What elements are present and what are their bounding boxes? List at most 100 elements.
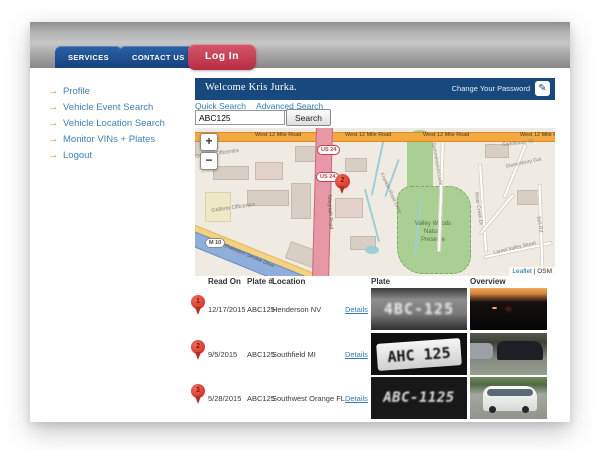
- row-marker-number: 2: [191, 343, 205, 350]
- sidebar-nav: → Profile → Vehicle Event Search → Vehic…: [48, 86, 198, 166]
- search-input[interactable]: [195, 110, 285, 125]
- map-label-telegraph: Telegraph Road: [326, 194, 334, 230]
- login-button[interactable]: Log In: [188, 44, 256, 70]
- sidebar-item-monitor-vins-plates[interactable]: → Monitor VINs + Plates: [48, 134, 198, 145]
- map-zoom-in-button[interactable]: +: [200, 133, 218, 151]
- row-marker-number: 3: [191, 387, 205, 394]
- map-building: [255, 162, 283, 180]
- column-header-plate-image: Plate: [371, 277, 390, 286]
- location-cell: Southfield MI: [272, 350, 316, 359]
- table-row: 1 12/17/2015 ABC125 Henderson NV Details…: [195, 288, 557, 332]
- overview-photo-parking-lot: [470, 333, 547, 375]
- row-marker-pin: 2: [191, 340, 205, 354]
- map-building: [291, 183, 311, 219]
- map-stream: [371, 136, 385, 195]
- sidebar-item-profile[interactable]: → Profile: [48, 86, 198, 97]
- details-link[interactable]: Details: [345, 394, 368, 403]
- map-building: [335, 198, 363, 218]
- map-marker-number: 2: [335, 177, 350, 184]
- column-header-location: Location: [272, 277, 305, 286]
- map[interactable]: Valley Woods Nature Preserve West 12 Mil…: [195, 128, 555, 276]
- details-link[interactable]: Details: [345, 350, 368, 359]
- white-van: [483, 386, 537, 411]
- arrow-icon: →: [48, 87, 58, 97]
- map-stream: [364, 189, 380, 243]
- map-label-park-line: Preserve: [397, 236, 469, 244]
- sidebar-item-label: Logout: [63, 150, 92, 161]
- leaflet-attribution-link[interactable]: Leaflet: [512, 268, 532, 275]
- map-label-park-line: Nature: [397, 228, 469, 236]
- plate-photo: AHC 125: [371, 333, 467, 375]
- welcome-bar: Welcome Kris Jurka. Change Your Password…: [195, 78, 555, 100]
- overview-photo-white-van: [470, 377, 547, 419]
- map-label-glastonbury: Glastonbury Gat: [505, 156, 542, 169]
- map-label-road: West 12 Mile Road: [520, 132, 555, 138]
- arrow-icon: →: [48, 151, 58, 161]
- van-wheel: [489, 406, 496, 413]
- arrow-icon: →: [48, 103, 58, 113]
- read-on-cell: 12/17/2015: [208, 305, 246, 314]
- read-on-cell: 5/28/2015: [208, 394, 241, 403]
- location-cell: Henderson NV: [272, 305, 321, 314]
- map-label-park-line: Valley Woods: [397, 220, 469, 228]
- m10-shield: M 10: [205, 238, 225, 248]
- sidebar-item-label: Vehicle Location Search: [63, 118, 165, 129]
- page-card: SERVICES CONTACT US Log In → Profile → V…: [30, 22, 570, 422]
- search-button[interactable]: Search: [286, 109, 331, 126]
- location-cell: Southwest Orange FL: [272, 394, 345, 403]
- sidebar-item-label: Vehicle Event Search: [63, 102, 153, 113]
- plate-cell: ABC125: [247, 350, 275, 359]
- edit-pencil-icon[interactable]: ✎: [535, 81, 550, 96]
- plate-cell: ABC125: [247, 394, 275, 403]
- plate-photo-text: ABC-1125: [382, 390, 456, 406]
- plate-photo-plate: AHC 125: [376, 338, 462, 371]
- us24-shield: US 24: [317, 145, 340, 155]
- change-password-link[interactable]: Change Your Password ✎: [452, 81, 550, 96]
- map-building: [345, 158, 367, 172]
- sidebar-item-label: Profile: [63, 86, 90, 97]
- details-link[interactable]: Details: [345, 305, 368, 314]
- map-marker-pin[interactable]: 2: [335, 174, 350, 189]
- van-windows: [487, 389, 533, 396]
- row-marker-number: 1: [191, 298, 205, 305]
- plate-cell: ABC125: [247, 305, 275, 314]
- map-label-park: Valley Woods Nature Preserve: [397, 220, 469, 244]
- column-header-overview: Overview: [470, 277, 506, 286]
- map-label-road: West 12 Mile Road: [345, 132, 391, 138]
- plate-photo-text: AHC 125: [387, 343, 451, 365]
- sidebar-item-vehicle-location-search[interactable]: → Vehicle Location Search: [48, 118, 198, 129]
- sidebar-item-label: Monitor VINs + Plates: [63, 134, 155, 145]
- arrow-icon: →: [48, 119, 58, 129]
- row-marker-pin: 3: [191, 384, 205, 398]
- osm-attribution: OSM: [537, 268, 552, 275]
- map-building: [213, 166, 249, 180]
- top-navigation-bar: SERVICES CONTACT US Log In: [30, 22, 570, 68]
- tab-contact-us[interactable]: CONTACT US: [119, 46, 198, 68]
- dark-car: [497, 341, 543, 360]
- sidebar-item-logout[interactable]: → Logout: [48, 150, 198, 161]
- map-label-road: West 12 Mile Road: [423, 132, 469, 138]
- map-label-road: West 12 Mile Road: [255, 132, 301, 138]
- map-attribution: Leaflet | OSM: [509, 267, 555, 276]
- results-table: Read On Plate # Location Plate Overview …: [195, 276, 557, 422]
- arrow-icon: →: [48, 135, 58, 145]
- welcome-message: Welcome Kris Jurka.: [205, 82, 297, 93]
- sidebar-item-vehicle-event-search[interactable]: → Vehicle Event Search: [48, 102, 198, 113]
- overview-photo-sunset: [470, 288, 547, 330]
- table-row: 3 5/28/2015 ABC125 Southwest Orange FL D…: [195, 377, 557, 421]
- map-zoom-out-button[interactable]: −: [200, 152, 218, 170]
- row-marker-pin: 1: [191, 295, 205, 309]
- map-pond: [365, 246, 379, 254]
- plate-photo: 4BC-125: [371, 288, 467, 330]
- silver-car: [470, 343, 493, 359]
- headlight-glow: [492, 307, 497, 309]
- tab-services[interactable]: SERVICES: [55, 46, 122, 68]
- table-row: 2 9/5/2015 ABC125 Southfield MI Details …: [195, 333, 557, 377]
- plate-photo-text: 4BC-125: [384, 300, 454, 318]
- read-on-cell: 9/5/2015: [208, 350, 237, 359]
- plate-photo: ABC-1125: [371, 377, 467, 419]
- van-wheel: [522, 406, 529, 413]
- column-header-read-on: Read On: [208, 277, 241, 286]
- change-password-label: Change Your Password: [452, 84, 530, 93]
- column-header-plate-no: Plate #: [247, 277, 273, 286]
